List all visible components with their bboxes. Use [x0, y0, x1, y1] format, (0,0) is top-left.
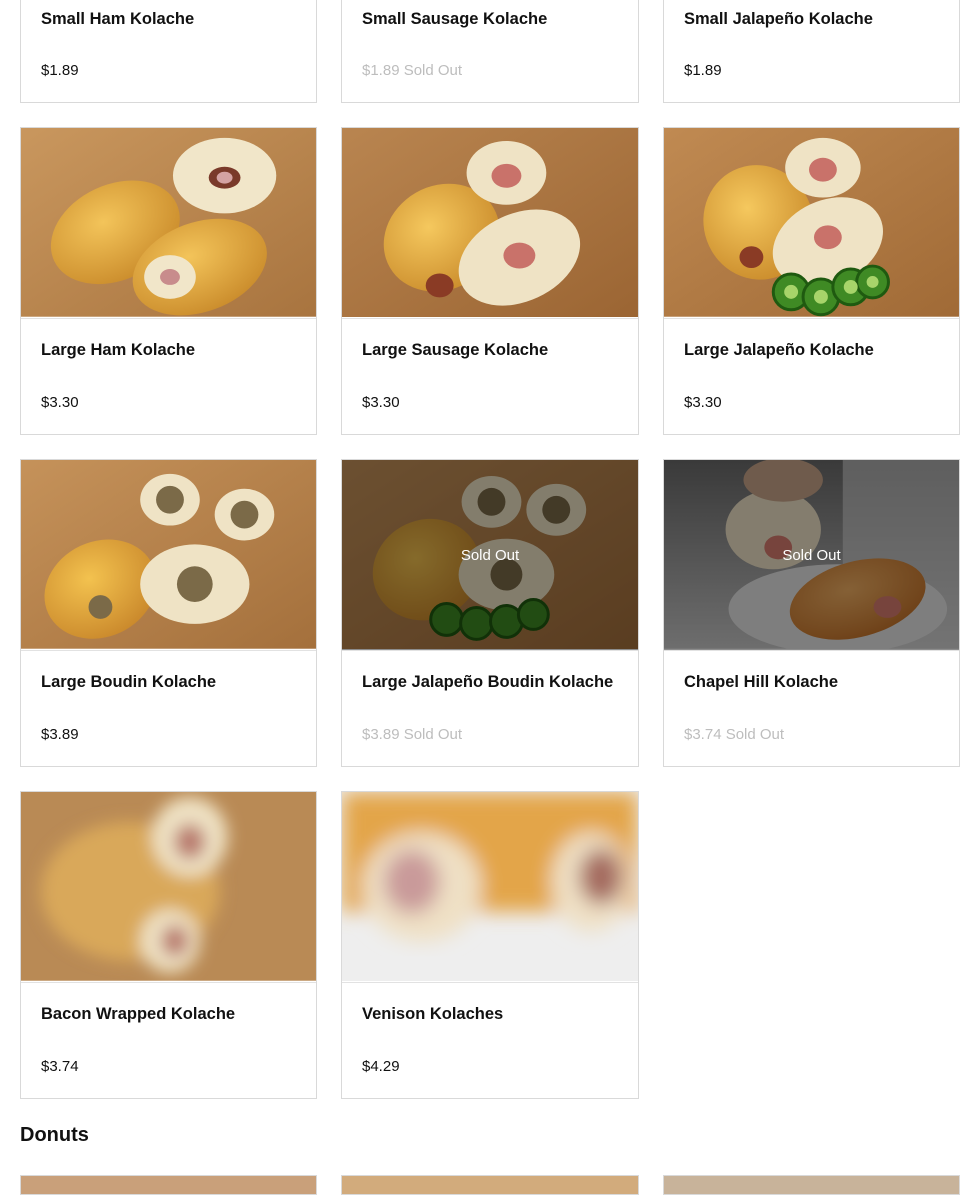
donut-image-peek [342, 1176, 638, 1194]
item-image: Sold Out [664, 460, 959, 651]
menu-card[interactable]: Large Ham Kolache $3.30 [20, 127, 317, 435]
item-name: Large Boudin Kolache [41, 673, 217, 691]
menu-card[interactable]: Small Jalapeño Kolache $1.89 [663, 0, 960, 103]
item-name: Bacon Wrapped Kolache [41, 1005, 236, 1023]
section-title-donuts: Donuts [20, 1124, 89, 1146]
menu-card[interactable]: Large Jalapeño Kolache $3.30 [663, 127, 960, 435]
menu-card[interactable]: Small Ham Kolache $1.89 [20, 0, 317, 103]
item-name: Large Jalapeño Kolache [684, 341, 874, 359]
item-price: $3.74 [41, 1058, 79, 1075]
item-name: Chapel Hill Kolache [684, 673, 839, 691]
item-name: Large Sausage Kolache [362, 341, 549, 359]
venison-kolache-photo-blurred [342, 792, 638, 982]
item-price: $3.30 [41, 394, 79, 411]
item-price: $1.89 [41, 62, 79, 79]
item-price: $3.74 Sold Out [684, 726, 785, 743]
ham-kolache-photo [21, 128, 316, 317]
menu-card[interactable]: Venison Kolaches $4.29 [341, 791, 639, 1099]
item-price: $3.89 Sold Out [362, 726, 463, 743]
sausage-kolache-photo [342, 128, 638, 318]
item-image [342, 792, 638, 983]
item-image [21, 792, 316, 983]
donut-card-peek[interactable] [663, 1175, 960, 1195]
item-name: Large Ham Kolache [41, 341, 196, 359]
donut-image-peek [21, 1176, 316, 1194]
item-price: $3.30 [684, 394, 722, 411]
item-image [21, 460, 316, 651]
menu-card[interactable]: Large Boudin Kolache $3.89 [20, 459, 317, 767]
menu-card[interactable]: Sold Out Chapel Hill Kolache $3.74 Sold … [663, 459, 960, 767]
item-price: $3.30 [362, 394, 400, 411]
item-image [342, 128, 638, 319]
menu-card[interactable]: Large Sausage Kolache $3.30 [341, 127, 639, 435]
item-image [664, 128, 959, 319]
item-name: Small Jalapeño Kolache [684, 10, 873, 28]
menu-grid: Small Ham Kolache $1.89 Small Sausage Ko… [20, 0, 960, 1099]
jalapeno-kolache-photo [664, 128, 959, 317]
item-price: $4.29 [362, 1058, 400, 1075]
item-price: $1.89 Sold Out [362, 62, 463, 79]
donut-image-peek [664, 1176, 959, 1194]
item-name: Venison Kolaches [362, 1005, 504, 1023]
sold-out-overlay: Sold Out [664, 460, 959, 650]
sold-out-overlay: Sold Out [342, 460, 638, 650]
item-price: $3.89 [41, 726, 79, 743]
item-name: Small Sausage Kolache [362, 10, 548, 28]
item-name: Large Jalapeño Boudin Kolache [362, 673, 614, 691]
donut-card-peek[interactable] [20, 1175, 317, 1195]
boudin-kolache-photo [21, 460, 316, 649]
donut-card-peek[interactable] [341, 1175, 639, 1195]
item-image: Sold Out [342, 460, 638, 651]
menu-card[interactable]: Bacon Wrapped Kolache $3.74 [20, 791, 317, 1099]
item-image [21, 128, 316, 319]
menu-card[interactable]: Small Sausage Kolache $1.89 Sold Out [341, 0, 639, 103]
item-name: Small Ham Kolache [41, 10, 195, 28]
menu-card[interactable]: Sold Out Large Jalapeño Boudin Kolache $… [341, 459, 639, 767]
bacon-wrapped-kolache-photo-blurred [21, 792, 316, 981]
item-price: $1.89 [684, 62, 722, 79]
